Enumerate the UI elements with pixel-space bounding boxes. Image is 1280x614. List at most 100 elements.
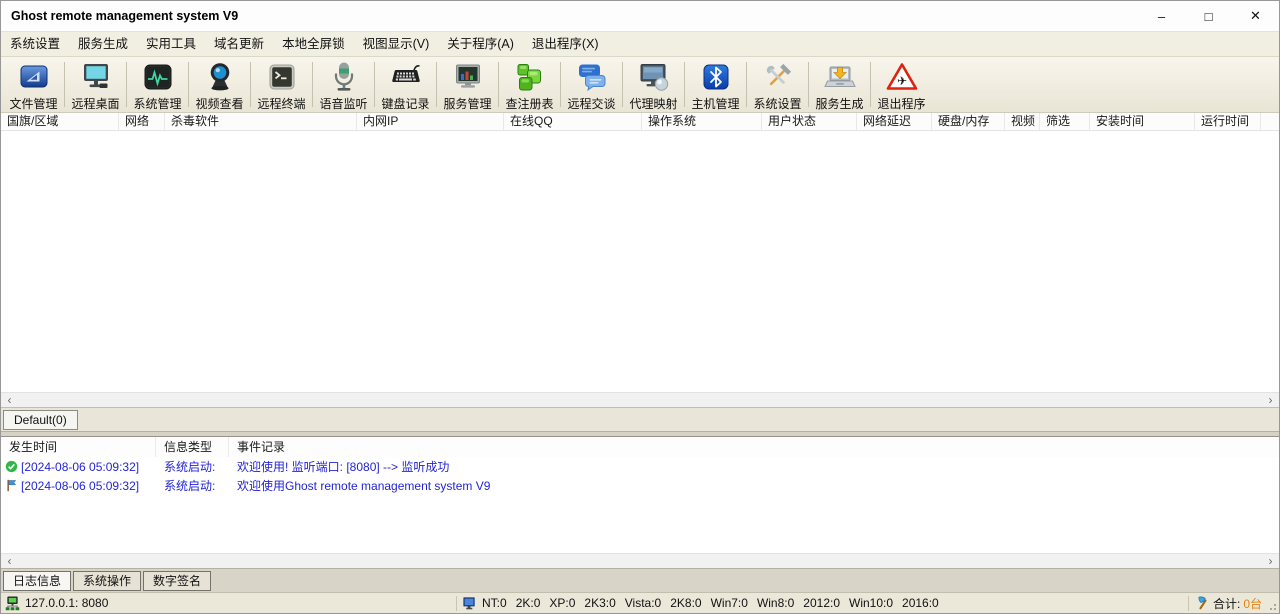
- log-column-event[interactable]: 事件记录: [229, 437, 1279, 457]
- os-count: XP:0: [549, 596, 575, 610]
- app-window: Ghost remote management system V9 – □ ✕ …: [0, 0, 1280, 614]
- monitor-icon: [462, 596, 477, 611]
- bluetooth-icon: [700, 61, 732, 93]
- log-message: 欢迎使用! 监听端口: [8080] --> 监听成功: [229, 458, 449, 475]
- toolbar-button-registry-viewer[interactable]: 查注册表: [499, 57, 560, 112]
- os-count: 2K3:0: [584, 596, 615, 610]
- status-address-section: 127.0.0.1: 8080: [1, 596, 456, 611]
- column-filter[interactable]: 筛选: [1040, 113, 1090, 130]
- log-column-type[interactable]: 信息类型: [156, 437, 229, 457]
- column-disk-memory[interactable]: 硬盘/内存: [932, 113, 1005, 130]
- column-antivirus[interactable]: 杀毒软件: [165, 113, 357, 130]
- toolbar-button-system-manager[interactable]: 系统管理: [127, 57, 188, 112]
- toolbar-button-system-settings[interactable]: 系统设置: [747, 57, 808, 112]
- os-count: 2K:0: [516, 596, 541, 610]
- listen-address: 127.0.0.1: 8080: [25, 596, 108, 610]
- column-install-time[interactable]: 安装时间: [1090, 113, 1195, 130]
- menu-system-settings[interactable]: 系统设置: [1, 32, 69, 56]
- log-row[interactable]: [2024-08-06 05:09:32] 系统启动: 欢迎使用! 监听端口: …: [1, 457, 1279, 476]
- window-controls: – □ ✕: [1138, 1, 1279, 31]
- toolbar-button-label: 语音监听: [319, 95, 367, 112]
- resize-grip[interactable]: [1266, 593, 1279, 613]
- log-type: 系统启动:: [156, 458, 229, 475]
- minimize-button[interactable]: –: [1138, 1, 1185, 31]
- flag-icon: [5, 479, 18, 492]
- menu-utilities[interactable]: 实用工具: [137, 32, 205, 56]
- monitor-globe-icon: [638, 61, 670, 93]
- total-label: 合计:: [1213, 595, 1240, 612]
- status-os-counts-section: NT:0 2K:0 XP:0 2K3:0 Vista:0 2K8:0 Win7:…: [457, 596, 1188, 611]
- menu-exit[interactable]: 退出程序(X): [523, 32, 608, 56]
- status-total-section: 合计: 0台: [1189, 595, 1266, 612]
- column-video[interactable]: 视频: [1005, 113, 1040, 130]
- title-bar: Ghost remote management system V9 – □ ✕: [1, 1, 1279, 31]
- log-hscrollbar[interactable]: ‹ ›: [1, 553, 1279, 568]
- scroll-right-icon[interactable]: ›: [1262, 394, 1279, 407]
- bar-chart-screen-icon: [452, 61, 484, 93]
- column-latency[interactable]: 网络延迟: [857, 113, 932, 130]
- toolbar-button-video-view[interactable]: 视频查看: [189, 57, 250, 112]
- os-count: 2K8:0: [670, 596, 701, 610]
- menu-about[interactable]: 关于程序(A): [438, 32, 523, 56]
- close-button[interactable]: ✕: [1232, 1, 1279, 31]
- toolbar-button-remote-desktop[interactable]: 远程桌面: [65, 57, 126, 112]
- os-count: Vista:0: [625, 596, 661, 610]
- column-online-qq[interactable]: 在线QQ: [504, 113, 642, 130]
- column-user-status[interactable]: 用户状态: [762, 113, 857, 130]
- column-lan-ip[interactable]: 内网IP: [357, 113, 504, 130]
- toolbar-button-voice-monitor[interactable]: 语音监听: [313, 57, 374, 112]
- maximize-button[interactable]: □: [1185, 1, 1232, 31]
- scroll-left-icon[interactable]: ‹: [1, 555, 18, 568]
- menu-view-display[interactable]: 视图显示(V): [354, 32, 439, 56]
- toolbar-button-label: 文件管理: [9, 95, 57, 112]
- scroll-right-icon[interactable]: ›: [1262, 555, 1279, 568]
- toolbar-button-label: 代理映射: [629, 95, 677, 112]
- toolbar-button-proxy-mapping[interactable]: 代理映射: [623, 57, 684, 112]
- toolbar-button-remote-chat[interactable]: 远程交谈: [561, 57, 622, 112]
- toolbar-button-label: 系统设置: [753, 95, 801, 112]
- scroll-left-icon[interactable]: ‹: [1, 394, 18, 407]
- toolbar-button-label: 远程交谈: [567, 95, 615, 112]
- log-column-time[interactable]: 发生时间: [1, 437, 156, 457]
- toolbar-button-remote-terminal[interactable]: 远程终端: [251, 57, 312, 112]
- menu-service-generate[interactable]: 服务生成: [69, 32, 137, 56]
- tab-log-info[interactable]: 日志信息: [3, 571, 71, 591]
- tab-digital-signature[interactable]: 数字签名: [143, 571, 211, 591]
- os-count: 2016:0: [902, 596, 939, 610]
- toolbar-button-service-generator[interactable]: 服务生成: [809, 57, 870, 112]
- group-tab-default[interactable]: Default(0): [3, 410, 78, 430]
- menu-domain-update[interactable]: 域名更新: [205, 32, 273, 56]
- toolbar-button-host-manager[interactable]: 主机管理: [685, 57, 746, 112]
- log-header: 发生时间 信息类型 事件记录: [1, 437, 1279, 457]
- tab-system-operation[interactable]: 系统操作: [73, 571, 141, 591]
- chat-bubbles-icon: [576, 61, 608, 93]
- log-row[interactable]: [2024-08-06 05:09:32] 系统启动: 欢迎使用Ghost re…: [1, 476, 1279, 495]
- column-network[interactable]: 网络: [119, 113, 165, 130]
- os-count: Win8:0: [757, 596, 794, 610]
- toolbar-button-keylogger[interactable]: 键盘记录: [375, 57, 436, 112]
- keyboard-icon: [390, 61, 422, 93]
- host-list-header: 国旗/区域 网络 杀毒软件 内网IP 在线QQ 操作系统 用户状态 网络延迟 硬…: [1, 113, 1279, 131]
- toolbar-button-label: 查注册表: [505, 95, 553, 112]
- scroll-track[interactable]: [18, 393, 1262, 407]
- log-type: 系统启动:: [156, 477, 229, 494]
- scroll-track[interactable]: [18, 554, 1262, 568]
- toolbar-button-label: 服务生成: [815, 95, 863, 112]
- toolbar-button-file-manager[interactable]: 文件管理: [3, 57, 64, 112]
- log-message: 欢迎使用Ghost remote management system V9: [229, 477, 490, 494]
- host-list-body[interactable]: [1, 131, 1279, 392]
- os-count: Win7:0: [711, 596, 748, 610]
- column-flag-region[interactable]: 国旗/区域: [1, 113, 119, 130]
- column-os[interactable]: 操作系统: [642, 113, 762, 130]
- host-list-hscrollbar[interactable]: ‹ ›: [1, 392, 1279, 407]
- axe-icon: [1195, 596, 1210, 611]
- column-uptime[interactable]: 运行时间: [1195, 113, 1261, 130]
- menu-local-fullscreen-lock[interactable]: 本地全屏锁: [273, 32, 354, 56]
- toolbar-button-exit-program[interactable]: ✈ 退出程序: [871, 57, 932, 112]
- menu-bar: 系统设置 服务生成 实用工具 域名更新 本地全屏锁 视图显示(V) 关于程序(A…: [1, 31, 1279, 56]
- file-manager-icon: [18, 61, 50, 93]
- column-filler: [1261, 113, 1279, 130]
- status-bar: 127.0.0.1: 8080 NT:0 2K:0 XP:0 2K3:0 Vis…: [1, 592, 1279, 613]
- toolbar-button-service-manager[interactable]: 服务管理: [437, 57, 498, 112]
- toolbar-button-label: 系统管理: [133, 95, 181, 112]
